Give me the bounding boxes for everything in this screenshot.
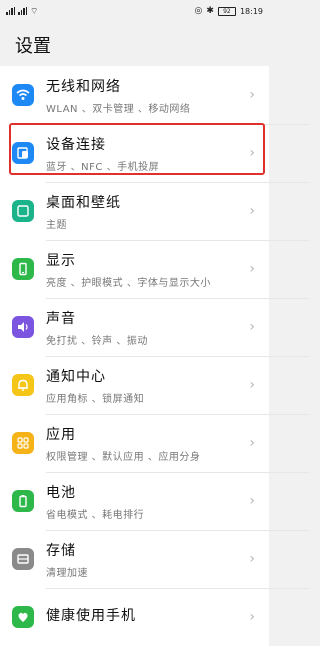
item-title: 健康使用手机: [46, 608, 136, 624]
item-title: 设备连接: [46, 136, 106, 153]
item-title: 无线和网络: [46, 78, 121, 95]
item-title: 电池: [46, 484, 76, 501]
settings-item-notification[interactable]: 通知中心 应用角标 、锁屏通知 ›: [0, 356, 309, 414]
chevron-right-icon: ›: [249, 609, 255, 625]
settings-item-wireless[interactable]: 无线和网络 WLAN 、双卡管理 、移动网络 ›: [0, 66, 269, 124]
chevron-right-icon: ›: [249, 145, 255, 161]
signal-icon: [6, 7, 15, 15]
bluetooth-icon: ✱: [206, 6, 214, 16]
status-right: ◎ ✱ 92 18:19: [195, 6, 263, 16]
wifi-status-icon: ⌔: [30, 6, 39, 17]
chevron-right-icon: ›: [249, 377, 255, 393]
item-subtitle: 主题: [46, 219, 67, 231]
item-title: 桌面和壁纸: [46, 194, 121, 211]
item-title: 存储: [46, 542, 76, 559]
item-title: 通知中心: [46, 368, 106, 385]
page-title: 设置: [15, 36, 51, 57]
settings-item-wallpaper[interactable]: 桌面和壁纸 主题 ›: [0, 182, 309, 240]
item-subtitle: 蓝牙 、NFC 、手机投屏: [46, 161, 160, 173]
sound-icon: [12, 316, 34, 338]
settings-item-apps[interactable]: 应用 权限管理 、默认应用 、应用分身 ›: [0, 414, 309, 472]
item-title: 声音: [46, 310, 76, 327]
battery-icon: [12, 490, 34, 512]
apps-icon: [12, 432, 34, 454]
clock: 18:19: [239, 6, 263, 16]
item-subtitle: 省电模式 、耗电排行: [46, 509, 145, 521]
item-subtitle: WLAN 、双卡管理 、移动网络: [46, 103, 191, 115]
storage-icon: [12, 548, 34, 570]
digital-health-icon: [12, 606, 34, 628]
status-bar: ⌔ ◎ ✱ 92 18:19: [0, 0, 269, 22]
settings-item-display[interactable]: 显示 亮度 、护眼模式 、字体与显示大小 ›: [0, 240, 309, 298]
item-subtitle: 免打扰 、铃声 、振动: [46, 335, 148, 347]
chevron-right-icon: ›: [249, 261, 255, 277]
chevron-right-icon: ›: [249, 551, 255, 567]
chevron-right-icon: ›: [249, 87, 255, 103]
wifi-icon: [12, 84, 34, 106]
settings-item-digital-health[interactable]: 健康使用手机 ›: [0, 588, 309, 646]
settings-item-device-connection[interactable]: 设备连接 蓝牙 、NFC 、手机投屏 ›: [0, 124, 309, 182]
signal-icon-2: [18, 7, 27, 15]
item-title: 应用: [46, 426, 76, 443]
item-subtitle: 清理加速: [46, 567, 88, 579]
status-left: ⌔: [6, 6, 38, 17]
device-connection-icon: [12, 142, 34, 164]
settings-list: 无线和网络 WLAN 、双卡管理 、移动网络 › 设备连接 蓝牙 、NFC 、手…: [0, 66, 309, 646]
settings-item-sound[interactable]: 声音 免打扰 、铃声 、振动 ›: [0, 298, 309, 356]
item-subtitle: 应用角标 、锁屏通知: [46, 393, 145, 405]
chevron-right-icon: ›: [249, 493, 255, 509]
settings-item-battery[interactable]: 电池 省电模式 、耗电排行 ›: [0, 472, 309, 530]
wallpaper-icon: [12, 200, 34, 222]
chevron-right-icon: ›: [249, 435, 255, 451]
chevron-right-icon: ›: [249, 319, 255, 335]
eye-icon: ◎: [194, 6, 203, 16]
item-subtitle: 亮度 、护眼模式 、字体与显示大小: [46, 277, 211, 289]
chevron-right-icon: ›: [249, 203, 255, 219]
battery-status-icon: 92: [217, 6, 236, 16]
notification-icon: [12, 374, 34, 396]
item-subtitle: 权限管理 、默认应用 、应用分身: [46, 451, 201, 463]
settings-item-storage[interactable]: 存储 清理加速 ›: [0, 530, 309, 588]
item-title: 显示: [46, 252, 76, 269]
display-icon: [12, 258, 34, 280]
